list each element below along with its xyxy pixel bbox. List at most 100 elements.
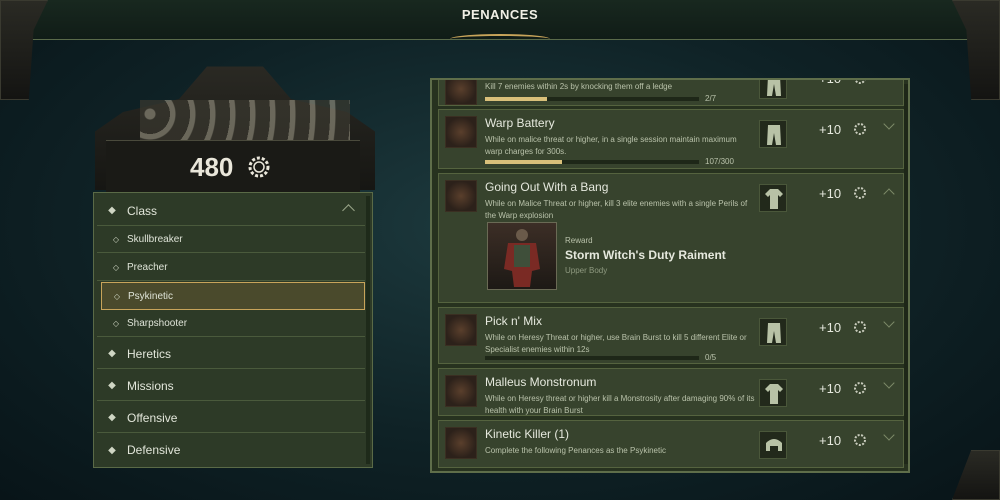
corner-ornament-top-left [0,0,48,100]
chevron-up-icon[interactable] [342,204,355,217]
pants-icon [767,323,781,343]
diamond-icon: ◇ [112,235,120,244]
gear-slot [759,120,787,148]
penance-card-expanded[interactable]: Going Out With a Bang While on Malice Th… [438,173,904,303]
penance-card[interactable]: Pick n' Mix While on Heresy Threat or hi… [438,307,904,364]
reward-points: +10 [819,78,842,86]
category-offensive[interactable]: ◆ Offensive [97,403,365,433]
reward-preview-image [487,222,557,290]
category-label: Class [127,203,158,218]
category-label: Defensive [127,443,181,457]
gear-slot [759,184,787,212]
penance-description: While on malice threat or higher, in a s… [485,135,737,156]
class-label: Psykinetic [128,290,174,302]
penance-description: While on Heresy threat or higher kill a … [485,394,755,415]
diamond-icon: ◆ [108,412,116,423]
progress-bar [485,160,699,164]
penance-thumbnail [445,180,477,212]
chevron-down-icon[interactable] [883,316,895,328]
laurel-icon [854,123,866,135]
laurel-icon [854,187,866,199]
class-label: Skullbreaker [127,234,183,245]
diamond-icon: ◆ [108,380,116,391]
corner-ornament-top-right [952,0,1000,100]
class-label: Sharpshooter [127,318,188,329]
penance-thumbnail [445,80,477,105]
class-label: Preacher [127,262,168,273]
laurel-icon [854,321,866,333]
title-ornament [450,34,550,44]
class-item-skullbreaker[interactable]: ◇ Skullbreaker [97,227,365,253]
penance-card[interactable]: Warp Battery While on malice threat or h… [438,109,904,169]
gear-slot [759,80,787,99]
chevron-up-icon[interactable] [883,188,895,200]
chevron-down-icon[interactable] [883,429,895,441]
page-title: PENANCES [461,7,539,22]
penance-description: Complete the following Penances as the P… [485,446,666,455]
laurel-icon [854,434,866,446]
penance-thumbnail [445,375,477,407]
laurel-icon [248,156,270,178]
diamond-icon: ◇ [112,263,120,272]
reward-points: +10 [819,433,842,448]
class-item-sharpshooter[interactable]: ◇ Sharpshooter [97,311,365,337]
category-scrollbar[interactable] [366,196,370,464]
gear-slot [759,431,787,459]
diamond-icon: ◇ [112,319,120,328]
penance-thumbnail [445,116,477,148]
shoulder-icon [766,439,782,451]
penance-score: 480 [190,152,234,182]
gear-slot [759,318,787,346]
progress-text: 0/5 [705,353,717,362]
progress-text: 2/7 [705,94,717,103]
category-class[interactable]: ◆ Class [97,196,365,226]
reward-points: +10 [819,381,842,396]
penance-title: Kinetic Killer (1) [485,427,570,441]
pants-icon [767,125,781,145]
penance-thumbnail [445,314,477,346]
reward-points: +10 [819,122,842,137]
gear-slot [759,379,787,407]
category-heretics[interactable]: ◆ Heretics [97,339,365,369]
pants-icon [767,80,781,96]
shirt-icon [765,189,783,209]
category-label: Heretics [127,346,172,361]
progress-fill [485,97,548,101]
category-label: Missions [127,378,174,393]
diamond-icon: ◆ [108,348,116,359]
penance-title: Malleus Monstronum [485,375,597,389]
chevron-down-icon[interactable] [883,377,895,389]
reward-points: +10 [819,186,842,201]
diamond-icon: ◇ [113,291,121,301]
penance-title: Going Out With a Bang [485,180,609,194]
penance-title: Warp Battery [485,116,555,130]
category-defensive[interactable]: ◆ Defensive [97,435,365,465]
penance-list: Kill 7 enemies within 2s by knocking the… [430,78,910,473]
chevron-down-icon[interactable] [883,118,895,130]
penance-description: While on Malice Threat or higher, kill 3… [485,199,748,220]
progress-text: 107/300 [705,157,734,166]
penance-description: Kill 7 enemies within 2s by knocking the… [485,82,673,91]
penance-scrollbar[interactable] [904,84,908,464]
progress-bar [485,356,699,360]
penance-card[interactable]: Kill 7 enemies within 2s by knocking the… [438,78,904,106]
progress-fill [485,160,563,164]
reward-name: Storm Witch's Duty Raiment [565,248,726,262]
diamond-icon: ◆ [108,205,116,216]
armor-figure-icon [504,229,540,287]
reward-label: Reward [565,236,593,245]
diamond-icon: ◆ [108,444,116,456]
penance-thumbnail [445,427,477,459]
laurel-icon [854,80,866,84]
progress-bar [485,97,699,101]
reward-points: +10 [819,320,842,335]
reward-slot: Upper Body [565,266,608,275]
laurel-icon [854,382,866,394]
penance-card[interactable]: Malleus Monstronum While on Heresy threa… [438,368,904,416]
corner-ornament-bottom-right [952,450,1000,500]
penance-title: Pick n' Mix [485,314,542,328]
category-missions[interactable]: ◆ Missions [97,371,365,401]
class-item-psykinetic[interactable]: ◇ Psykinetic [101,282,365,310]
penance-card[interactable]: Kinetic Killer (1) Complete the followin… [438,420,904,468]
class-item-preacher[interactable]: ◇ Preacher [97,255,365,281]
